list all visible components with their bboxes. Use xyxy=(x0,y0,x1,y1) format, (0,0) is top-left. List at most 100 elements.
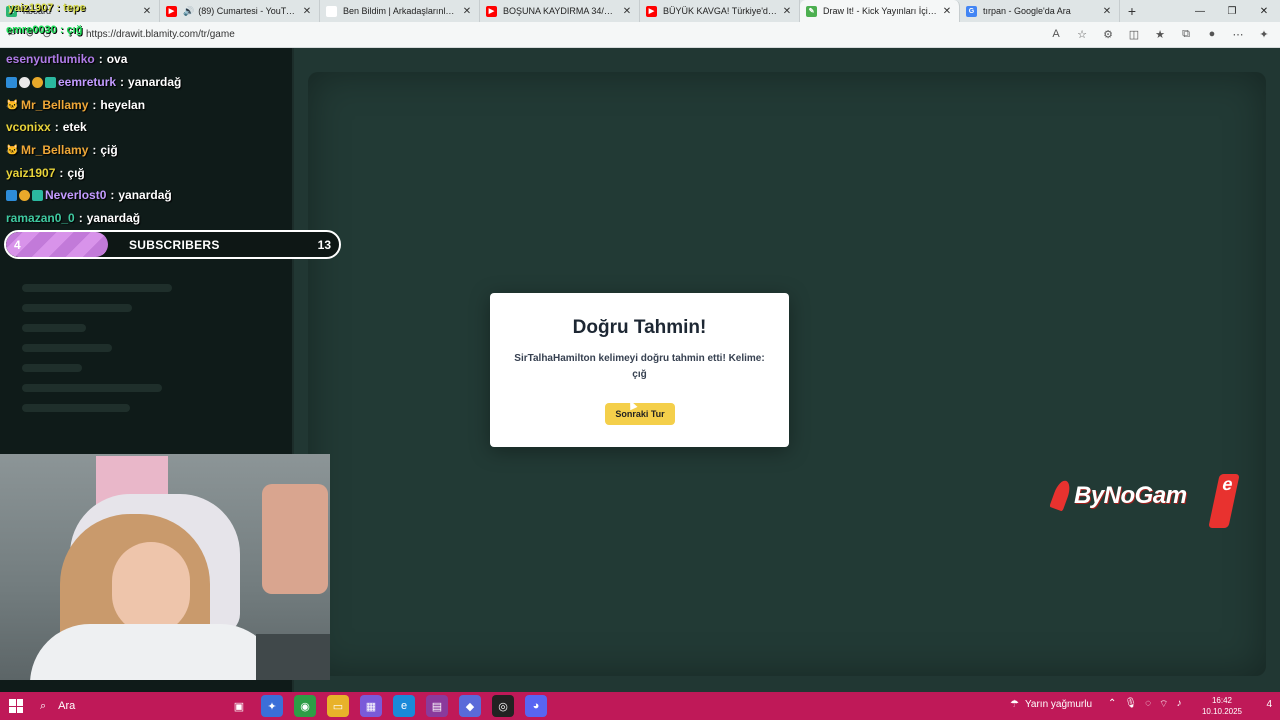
blue-badge-icon xyxy=(6,76,17,88)
correct-guess-modal: Doğru Tahmin! SirTalhaHamilton kelimeyi … xyxy=(490,293,789,447)
discord-icon[interactable]: ◕ xyxy=(525,695,547,717)
tab-close-icon[interactable]: ✕ xyxy=(1101,6,1113,17)
teal-badge-icon xyxy=(32,189,43,201)
umbrella-icon: ☂ xyxy=(1010,699,1019,710)
webcam-desk xyxy=(256,634,330,680)
browser-tab[interactable]: ▶ BOŞUNA KAYDIRMA 34/#BK34 - ✕ xyxy=(480,0,640,22)
window-controls: — ❐ ✕ xyxy=(1184,0,1280,22)
taskbar-search[interactable]: ⌕ Ara xyxy=(40,700,180,713)
teal-badge-icon xyxy=(45,76,56,88)
chat-username: yaiz1907 xyxy=(6,165,56,180)
modal-message: SirTalhaHamilton kelimeyi doğru tahmin e… xyxy=(514,353,765,380)
maximize-button[interactable]: ❐ xyxy=(1216,0,1248,22)
cat-badge-icon: 🐱 xyxy=(6,99,19,111)
profile-avatar[interactable]: ● xyxy=(1204,26,1220,42)
tab-close-icon[interactable]: ✕ xyxy=(621,6,633,17)
gold-badge-icon xyxy=(32,76,43,88)
chat-text: yanardağ xyxy=(86,211,141,226)
favorites-icon[interactable]: ★ xyxy=(1152,26,1168,42)
webcam-person-face xyxy=(112,542,190,634)
volume-icon[interactable]: ♪ xyxy=(1176,698,1181,711)
subscriber-count: 4 xyxy=(14,238,21,252)
chevron-up-icon[interactable]: ⌃ xyxy=(1108,698,1116,711)
blurred-scoreboard xyxy=(22,284,172,424)
copilot-app-icon[interactable]: ✦ xyxy=(261,695,283,717)
bynogame-logo: ByNoGam e xyxy=(1049,474,1240,528)
notification-badge[interactable]: 4 xyxy=(1266,699,1272,710)
overlay-top-label-2: emre0030 : çığ xyxy=(6,24,83,36)
tab-favicon-icon: ▶ xyxy=(166,5,177,17)
chat-username: ramazan0_0 xyxy=(6,211,75,226)
microphone-icon[interactable]: 🎙 xyxy=(1124,698,1137,711)
speaker-icon[interactable]: 🔊 xyxy=(183,6,194,17)
webcam-person-shirt xyxy=(30,624,280,680)
blue-badge-icon xyxy=(6,189,17,201)
favorite-star-icon[interactable]: ☆ xyxy=(1074,26,1090,42)
chat-separator: : xyxy=(98,52,103,67)
weather-widget[interactable]: ☂ Yarın yağmurlu xyxy=(1010,699,1092,710)
browser-tab[interactable]: Gtırpan - Google'da Ara ✕ xyxy=(960,0,1120,22)
obs-icon[interactable]: ◎ xyxy=(492,695,514,717)
chat-separator: : xyxy=(78,211,83,226)
file-explorer-icon[interactable]: ▭ xyxy=(327,695,349,717)
split-screen-icon[interactable]: ◫ xyxy=(1126,26,1142,42)
toolbar-icons: A ☆ ⚙ ◫ ★ ⧉ ● ⋯ ✦ xyxy=(1048,26,1272,42)
chat-separator: : xyxy=(92,143,97,158)
read-aloud-icon[interactable]: A xyxy=(1048,26,1064,42)
close-window-button[interactable]: ✕ xyxy=(1248,0,1280,22)
browser-tab[interactable]: ▶ BÜYÜK KAVGA! Türkiye'de Yaşan ✕ xyxy=(640,0,800,22)
tab-favicon-icon: ✎ xyxy=(806,5,817,17)
windows-logo-icon xyxy=(9,699,23,713)
tab-close-icon[interactable]: ✕ xyxy=(941,6,953,17)
subscriber-goal-bar: 4 SUBSCRIBERS 13 xyxy=(4,230,341,259)
task-view-icon[interactable]: ▣ xyxy=(228,695,250,717)
chat-message: ramazan0_0: yanardağ xyxy=(6,207,336,230)
browser-tab[interactable]: ✎ Draw It! - Kick Yayınları İçin Çizim ✕ xyxy=(800,0,960,22)
collections-icon[interactable]: ⧉ xyxy=(1178,26,1194,42)
wifi-icon[interactable]: ⌔ xyxy=(1159,698,1168,711)
taskbar-apps: ▣ ✦ ◉ ▭ ▦ e ▤ ◆ ◎ ◕ xyxy=(228,695,547,717)
address-bar: ← ↻ ⊙ https://drawit.blamity.com/tr/game… xyxy=(0,22,1280,48)
store-icon[interactable]: ▦ xyxy=(360,695,382,717)
gold-badge-icon xyxy=(19,189,30,201)
chat-separator: : xyxy=(59,165,64,180)
chat-message: 🐱 Mr_Bellamy: çiğ xyxy=(6,139,336,162)
tab-close-icon[interactable]: ✕ xyxy=(301,6,313,17)
chat-message: vconixx: etek xyxy=(6,116,336,139)
browser-tab[interactable]: Ben Bildim | Arkadaşlarınla Online ✕ xyxy=(320,0,480,22)
windows-taskbar: ⌕ Ara ▣ ✦ ◉ ▭ ▦ e ▤ ◆ ◎ ◕ ☂ Yarın yağmur… xyxy=(0,692,1280,720)
chat-text: çiğ xyxy=(100,143,118,158)
white-badge-icon xyxy=(19,76,30,88)
tab-close-icon[interactable]: ✕ xyxy=(781,6,793,17)
menu-icon[interactable]: ⋯ xyxy=(1230,26,1246,42)
winrar-icon[interactable]: ▤ xyxy=(426,695,448,717)
edge-icon[interactable]: e xyxy=(393,695,415,717)
chrome-icon[interactable]: ◉ xyxy=(294,695,316,717)
chat-text: yanardağ xyxy=(118,188,172,203)
extensions-icon[interactable]: ⚙ xyxy=(1100,26,1116,42)
tab-title: (89) Cumartesi - YouTube xyxy=(198,6,297,16)
start-button[interactable] xyxy=(4,692,28,720)
taskbar-clock[interactable]: 16:42 10.10.2025 xyxy=(1200,695,1244,717)
copilot-icon[interactable]: ✦ xyxy=(1256,26,1272,42)
url-input[interactable]: https://drawit.blamity.com/tr/game xyxy=(86,29,235,40)
new-tab-button[interactable]: + xyxy=(1120,0,1144,22)
app-icon[interactable]: ◆ xyxy=(459,695,481,717)
clock-date: 10.10.2025 xyxy=(1201,707,1243,716)
tab-close-icon[interactable]: ✕ xyxy=(461,6,473,17)
chat-separator: : xyxy=(54,120,59,135)
chat-username: Mr_Bellamy xyxy=(21,97,89,112)
tab-favicon-icon xyxy=(326,5,337,17)
tab-title: tırpan - Google'da Ara xyxy=(983,6,1071,16)
chat-text: çığ xyxy=(67,165,85,180)
chat-separator: : xyxy=(110,188,115,203)
network-icon[interactable]: ◌ xyxy=(1145,698,1151,711)
next-round-button[interactable]: Sonraki Tur xyxy=(605,403,675,425)
chat-overlay: esenyurtlumiko: ova eemreturk: yanardağ 🐱 Mr_… xyxy=(6,48,336,230)
browser-tab[interactable]: ▶ 🔊 (89) Cumartesi - YouTube ✕ xyxy=(160,0,320,22)
minimize-button[interactable]: — xyxy=(1184,0,1216,22)
clock-time: 16:42 xyxy=(1211,696,1233,705)
tab-close-icon[interactable]: ✕ xyxy=(141,6,153,17)
tab-favicon-icon: ▶ xyxy=(486,5,497,17)
tab-title: Draw It! - Kick Yayınları İçin Çizim xyxy=(823,6,937,16)
